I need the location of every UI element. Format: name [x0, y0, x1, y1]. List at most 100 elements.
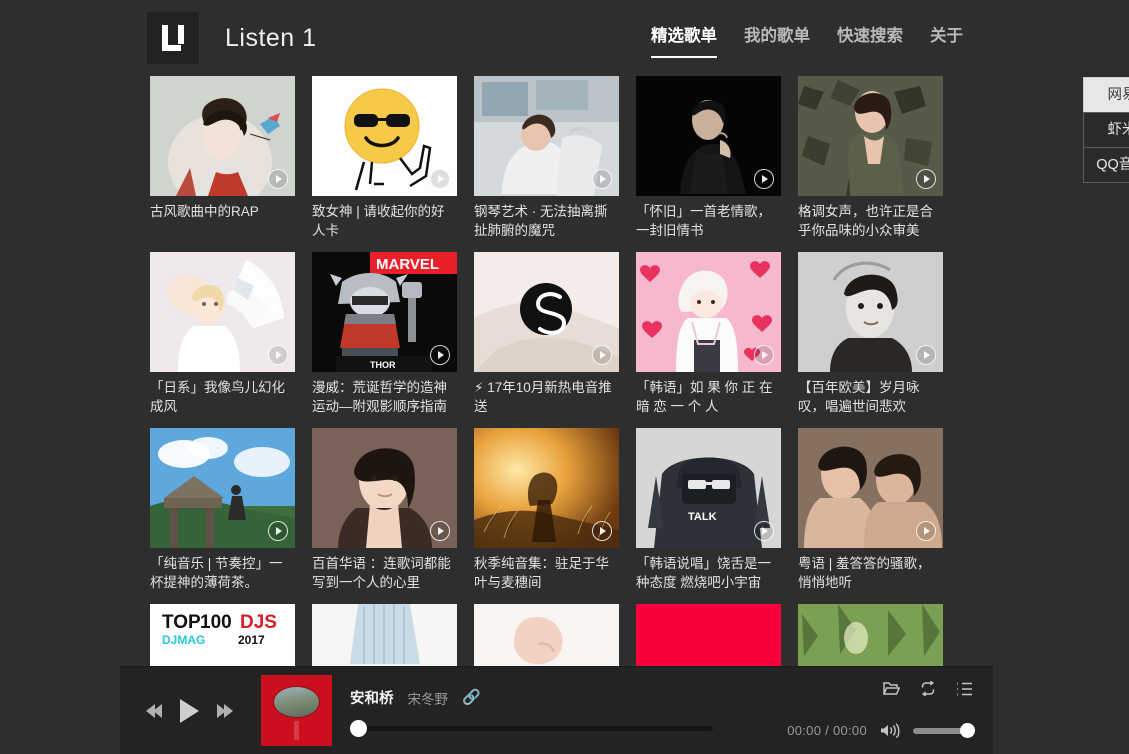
playlist-card[interactable]: 粤语 | 羞答答的骚歌，悄悄地听: [798, 428, 943, 592]
svg-text:DJS: DJS: [240, 612, 277, 633]
playlist-thumbnail[interactable]: [474, 252, 619, 372]
play-overlay-button[interactable]: [754, 169, 774, 189]
playlist-icon[interactable]: [956, 681, 973, 696]
playlist-card[interactable]: 「日系」我像鸟儿幻化成风: [150, 252, 295, 416]
playlist-cover-art: [474, 604, 619, 666]
playlist-title: 「怀旧」一首老情歌，一封旧情书: [636, 204, 771, 238]
repeat-icon[interactable]: [919, 681, 937, 696]
playlist-title: 「纯音乐 | 节奏控」一杯提神的薄荷茶。: [150, 556, 283, 590]
play-overlay-button[interactable]: [430, 169, 450, 189]
listen1-logo[interactable]: [147, 12, 199, 64]
play-overlay-button[interactable]: [592, 521, 612, 541]
playlist-thumbnail[interactable]: [636, 604, 781, 666]
nav-item-featured-playlists[interactable]: 精选歌单: [651, 22, 717, 58]
app-header: Listen 1 精选歌单 我的歌单 快速搜索 关于: [120, 0, 993, 76]
playlist-thumbnail[interactable]: [312, 76, 457, 196]
next-icon: [217, 703, 233, 718]
playlist-card[interactable]: 「怀旧」一首老情歌，一封旧情书: [636, 76, 781, 240]
playlist-card[interactable]: 【百年欧美】岁月咏叹，唱遍世间悲欢: [798, 252, 943, 416]
playlist-card[interactable]: [636, 604, 781, 666]
playlist-card[interactable]: [474, 604, 619, 666]
playlist-card[interactable]: MARVEL THOR 漫威：荒诞哲学的造神运动—附观影顺序指南: [312, 252, 457, 416]
nav-item-about[interactable]: 关于: [930, 22, 963, 58]
play-overlay-button[interactable]: [916, 521, 936, 541]
progress-knob[interactable]: [350, 720, 367, 737]
play-overlay-button[interactable]: [268, 169, 288, 189]
play-overlay-button[interactable]: [754, 521, 774, 541]
play-overlay-button[interactable]: [916, 345, 936, 365]
now-playing-album-art[interactable]: [261, 675, 332, 746]
playlist-thumbnail[interactable]: [150, 428, 295, 548]
playlist-card[interactable]: 钢琴艺术 · 无法抽离撕扯肺腑的魔咒: [474, 76, 619, 240]
playlist-thumbnail[interactable]: [798, 604, 943, 666]
svg-text:THOR: THOR: [370, 360, 396, 370]
link-icon[interactable]: 🔗: [462, 690, 481, 705]
play-overlay-button[interactable]: [268, 345, 288, 365]
playlist-card[interactable]: 格调女声，也许正是合乎你品味的小众审美: [798, 76, 943, 240]
folder-icon[interactable]: [883, 681, 900, 696]
play-overlay-button[interactable]: [430, 521, 450, 541]
playlist-thumbnail[interactable]: [798, 252, 943, 372]
progress-slider[interactable]: [350, 720, 713, 737]
playlist-card[interactable]: 百首华语 ：连歌词都能写到一个人的心里: [312, 428, 457, 592]
playlist-title: 「韩语」如 果 你 正 在 暗 恋 一 个 人: [636, 380, 773, 414]
play-overlay-button[interactable]: [430, 345, 450, 365]
play-overlay-button[interactable]: [268, 521, 288, 541]
playlist-cover-art: [798, 604, 943, 666]
playlist-card[interactable]: [798, 604, 943, 666]
source-button-qqmusic[interactable]: QQ音乐: [1083, 147, 1129, 183]
player-util-icons: [883, 681, 973, 696]
play-overlay-button[interactable]: [916, 169, 936, 189]
playlist-thumbnail[interactable]: [474, 604, 619, 666]
source-button-xiami[interactable]: 虾米: [1083, 112, 1129, 148]
playlist-thumbnail[interactable]: [474, 428, 619, 548]
playlist-title: 秋季纯音集：驻足于华叶与麦穗间: [474, 556, 609, 590]
play-pause-button[interactable]: [180, 698, 199, 723]
player-right-controls: 00:00 / 00:00: [725, 675, 975, 746]
logo-mark-icon: [162, 25, 184, 51]
volume-slider[interactable]: [913, 723, 975, 738]
playlist-title: 古风歌曲中的RAP: [150, 204, 259, 219]
play-overlay-button[interactable]: [592, 169, 612, 189]
playlist-thumbnail[interactable]: [636, 252, 781, 372]
volume-knob[interactable]: [960, 723, 975, 738]
play-overlay-button[interactable]: [754, 345, 774, 365]
playlist-thumbnail[interactable]: [312, 604, 457, 666]
volume-icon[interactable]: [880, 723, 900, 738]
volume-row: 00:00 / 00:00: [787, 723, 975, 738]
track-artist: 宋冬野: [407, 691, 449, 707]
svg-text:100: 100: [200, 612, 232, 633]
playlist-grid-container: 古风歌曲中的RAP 致女神 | 请收起你的好人卡 钢琴艺术 · 无法抽离撕扯肺腑…: [120, 76, 993, 666]
album-art-photo: [273, 686, 320, 718]
previous-track-button[interactable]: [146, 703, 162, 718]
next-track-button[interactable]: [217, 703, 233, 718]
playlist-card[interactable]: 古风歌曲中的RAP: [150, 76, 295, 240]
play-overlay-button[interactable]: [592, 345, 612, 365]
playlist-thumbnail[interactable]: [474, 76, 619, 196]
playlist-thumbnail[interactable]: [150, 252, 295, 372]
nav-item-my-playlists[interactable]: 我的歌单: [744, 22, 810, 58]
playlist-thumbnail[interactable]: [312, 428, 457, 548]
playlist-thumbnail[interactable]: TOP 100 DJS DJMAG 2017: [150, 604, 295, 666]
playlist-card[interactable]: ⚡ 17年10月新热电音推送: [474, 252, 619, 416]
playlist-card[interactable]: TALK 「韩语说唱」饶舌是一种态度 燃烧吧小宇宙: [636, 428, 781, 592]
playlist-card[interactable]: 「韩语」如 果 你 正 在 暗 恋 一 个 人: [636, 252, 781, 416]
app-window: Listen 1 精选歌单 我的歌单 快速搜索 关于 古风歌曲中的RAP 致女神…: [120, 0, 1129, 754]
track-info-row: 安和桥 宋冬野 🔗: [350, 687, 713, 709]
playlist-thumbnail[interactable]: [798, 76, 943, 196]
playlist-card[interactable]: [312, 604, 457, 666]
playlist-card[interactable]: 「纯音乐 | 节奏控」一杯提神的薄荷茶。: [150, 428, 295, 592]
album-art-text-strip: [294, 721, 299, 740]
playlist-thumbnail[interactable]: [798, 428, 943, 548]
playlist-card[interactable]: 秋季纯音集：驻足于华叶与麦穗间: [474, 428, 619, 592]
nav-item-quick-search[interactable]: 快速搜索: [837, 22, 903, 58]
playlist-thumbnail[interactable]: [150, 76, 295, 196]
playlist-card[interactable]: 致女神 | 请收起你的好人卡: [312, 76, 457, 240]
playlist-card[interactable]: TOP 100 DJS DJMAG 2017: [150, 604, 295, 666]
progress-track: [359, 726, 713, 731]
playlist-thumbnail[interactable]: [636, 76, 781, 196]
source-button-netease[interactable]: 网易: [1083, 77, 1129, 113]
playlist-thumbnail[interactable]: MARVEL THOR: [312, 252, 457, 372]
now-playing-meta: 安和桥 宋冬野 🔗: [350, 687, 725, 737]
playlist-thumbnail[interactable]: TALK: [636, 428, 781, 548]
